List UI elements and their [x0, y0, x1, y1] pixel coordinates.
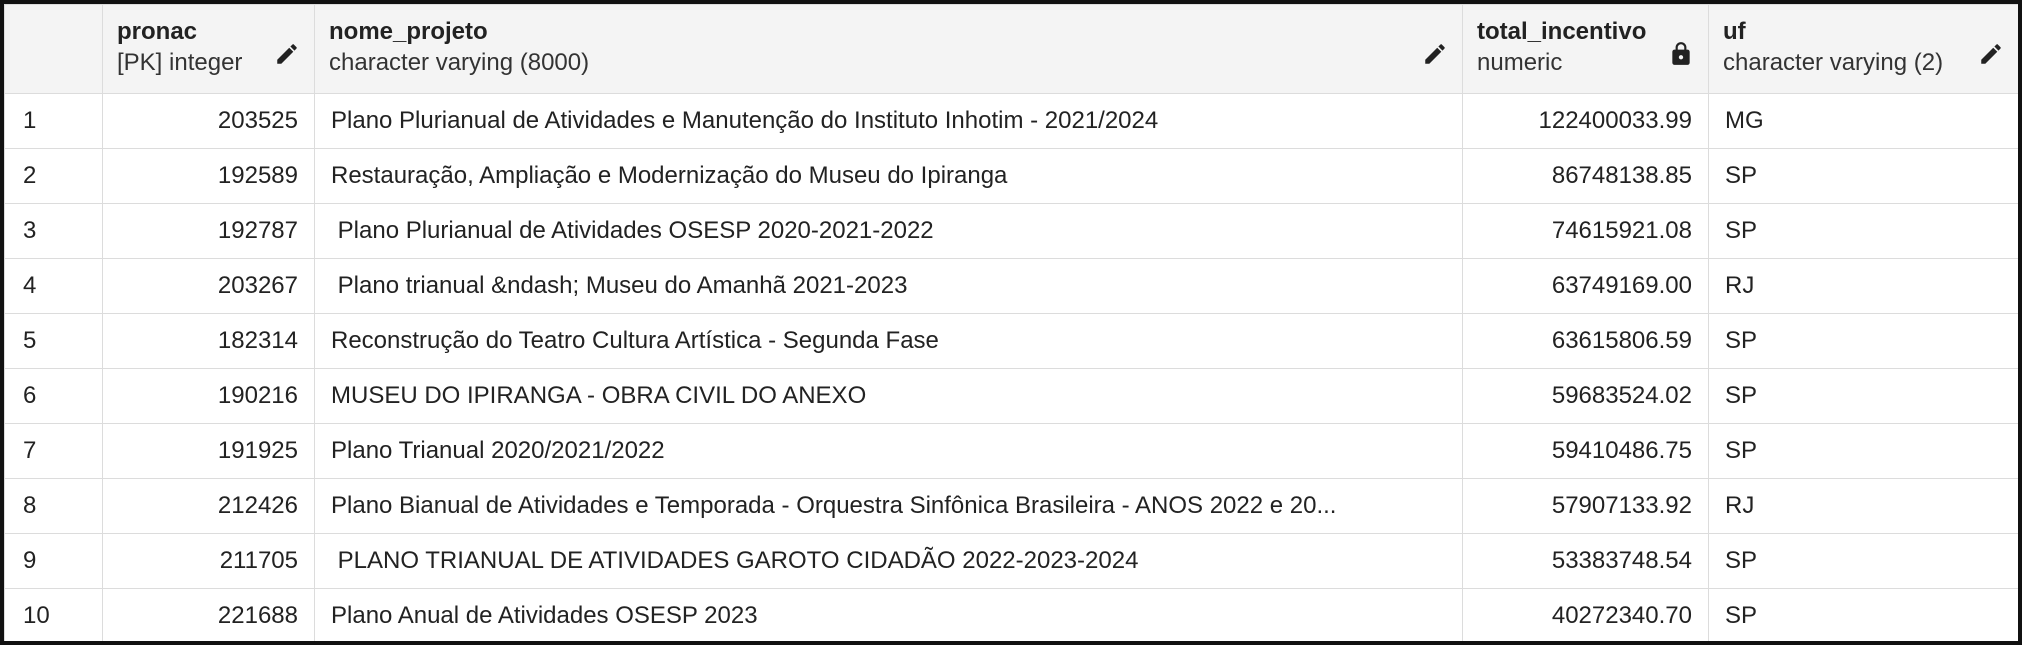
cell-pronac[interactable]: 211705	[102, 533, 315, 589]
table-row[interactable]: 6 190216 MUSEU DO IPIRANGA - OBRA CIVIL …	[4, 368, 2018, 424]
cell-total-incentivo[interactable]: 40272340.70	[1462, 588, 1709, 641]
table-row[interactable]: 1 203525 Plano Plurianual de Atividades …	[4, 93, 2018, 149]
cell-nome-projeto[interactable]: Restauração, Ampliação e Modernização do…	[314, 148, 1463, 204]
cell-total-incentivo[interactable]: 86748138.85	[1462, 148, 1709, 204]
column-name: total_incentivo	[1477, 18, 1647, 45]
pencil-icon[interactable]	[274, 41, 300, 67]
column-type: character varying (8000)	[329, 49, 590, 76]
pencil-icon[interactable]	[1422, 41, 1448, 67]
column-header-pronac[interactable]: pronac [PK] integer	[102, 4, 315, 94]
column-type: character varying (2)	[1723, 49, 1944, 76]
row-number[interactable]: 1	[4, 93, 103, 149]
cell-nome-projeto[interactable]: Plano Bianual de Atividades e Temporada …	[314, 478, 1463, 534]
cell-total-incentivo[interactable]: 59683524.02	[1462, 368, 1709, 424]
results-table: pronac [PK] integer nome_projeto charact…	[4, 4, 2018, 641]
table-row[interactable]: 8 212426 Plano Bianual de Atividades e T…	[4, 478, 2018, 534]
cell-nome-projeto[interactable]: Reconstrução do Teatro Cultura Artística…	[314, 313, 1463, 369]
row-number[interactable]: 8	[4, 478, 103, 534]
column-name: pronac	[117, 18, 198, 45]
cell-nome-projeto[interactable]: Plano Plurianual de Atividades OSESP 202…	[314, 203, 1463, 259]
row-number[interactable]: 7	[4, 423, 103, 479]
cell-pronac[interactable]: 212426	[102, 478, 315, 534]
column-type: [PK] integer	[117, 49, 243, 76]
cell-uf[interactable]: RJ	[1708, 258, 2018, 314]
table-row[interactable]: 4 203267 Plano trianual &ndash; Museu do…	[4, 258, 2018, 314]
row-number[interactable]: 3	[4, 203, 103, 259]
column-name: uf	[1723, 18, 1746, 45]
cell-nome-projeto[interactable]: MUSEU DO IPIRANGA - OBRA CIVIL DO ANEXO	[314, 368, 1463, 424]
table-row[interactable]: 7 191925 Plano Trianual 2020/2021/2022 5…	[4, 423, 2018, 479]
cell-total-incentivo[interactable]: 63749169.00	[1462, 258, 1709, 314]
table-row[interactable]: 10 221688 Plano Anual de Atividades OSES…	[4, 588, 2018, 641]
cell-uf[interactable]: SP	[1708, 313, 2018, 369]
column-header-uf[interactable]: uf character varying (2)	[1708, 4, 2018, 94]
cell-nome-projeto[interactable]: Plano Trianual 2020/2021/2022	[314, 423, 1463, 479]
table-row[interactable]: 2 192589 Restauração, Ampliação e Modern…	[4, 148, 2018, 204]
cell-pronac[interactable]: 182314	[102, 313, 315, 369]
column-name: nome_projeto	[329, 18, 488, 45]
cell-nome-projeto[interactable]: Plano Anual de Atividades OSESP 2023	[314, 588, 1463, 641]
cell-total-incentivo[interactable]: 53383748.54	[1462, 533, 1709, 589]
row-number-header[interactable]	[4, 4, 103, 94]
cell-pronac[interactable]: 192589	[102, 148, 315, 204]
cell-total-incentivo[interactable]: 63615806.59	[1462, 313, 1709, 369]
lock-icon	[1672, 42, 1690, 65]
cell-total-incentivo[interactable]: 57907133.92	[1462, 478, 1709, 534]
cell-uf[interactable]: SP	[1708, 148, 2018, 204]
cell-uf[interactable]: SP	[1708, 203, 2018, 259]
row-number[interactable]: 2	[4, 148, 103, 204]
cell-pronac[interactable]: 192787	[102, 203, 315, 259]
cell-total-incentivo[interactable]: 122400033.99	[1462, 93, 1709, 149]
cell-pronac[interactable]: 221688	[102, 588, 315, 641]
cell-total-incentivo[interactable]: 74615921.08	[1462, 203, 1709, 259]
row-number[interactable]: 10	[4, 588, 103, 641]
cell-pronac[interactable]: 203525	[102, 93, 315, 149]
cell-nome-projeto[interactable]: PLANO TRIANUAL DE ATIVIDADES GAROTO CIDA…	[314, 533, 1463, 589]
cell-nome-projeto[interactable]: Plano Plurianual de Atividades e Manuten…	[314, 93, 1463, 149]
column-type: numeric	[1477, 49, 1563, 76]
column-header-nome-projeto[interactable]: nome_projeto character varying (8000)	[314, 4, 1463, 94]
row-number[interactable]: 4	[4, 258, 103, 314]
header-row: pronac [PK] integer nome_projeto charact…	[4, 4, 2018, 94]
table-row[interactable]: 9 211705 PLANO TRIANUAL DE ATIVIDADES GA…	[4, 533, 2018, 589]
row-number[interactable]: 9	[4, 533, 103, 589]
table-row[interactable]: 3 192787 Plano Plurianual de Atividades …	[4, 203, 2018, 259]
row-number[interactable]: 5	[4, 313, 103, 369]
column-header-total-incentivo[interactable]: total_incentivo numeric	[1462, 4, 1709, 94]
cell-nome-projeto[interactable]: Plano trianual &ndash; Museu do Amanhã 2…	[314, 258, 1463, 314]
cell-uf[interactable]: MG	[1708, 93, 2018, 149]
data-output-grid: pronac [PK] integer nome_projeto charact…	[0, 0, 2022, 645]
table-row[interactable]: 5 182314 Reconstrução do Teatro Cultura …	[4, 313, 2018, 369]
cell-pronac[interactable]: 190216	[102, 368, 315, 424]
cell-total-incentivo[interactable]: 59410486.75	[1462, 423, 1709, 479]
row-number[interactable]: 6	[4, 368, 103, 424]
pencil-icon[interactable]	[1978, 41, 2004, 67]
cell-uf[interactable]: SP	[1708, 588, 2018, 641]
cell-uf[interactable]: SP	[1708, 368, 2018, 424]
cell-uf[interactable]: RJ	[1708, 478, 2018, 534]
cell-uf[interactable]: SP	[1708, 533, 2018, 589]
cell-pronac[interactable]: 191925	[102, 423, 315, 479]
cell-pronac[interactable]: 203267	[102, 258, 315, 314]
cell-uf[interactable]: SP	[1708, 423, 2018, 479]
